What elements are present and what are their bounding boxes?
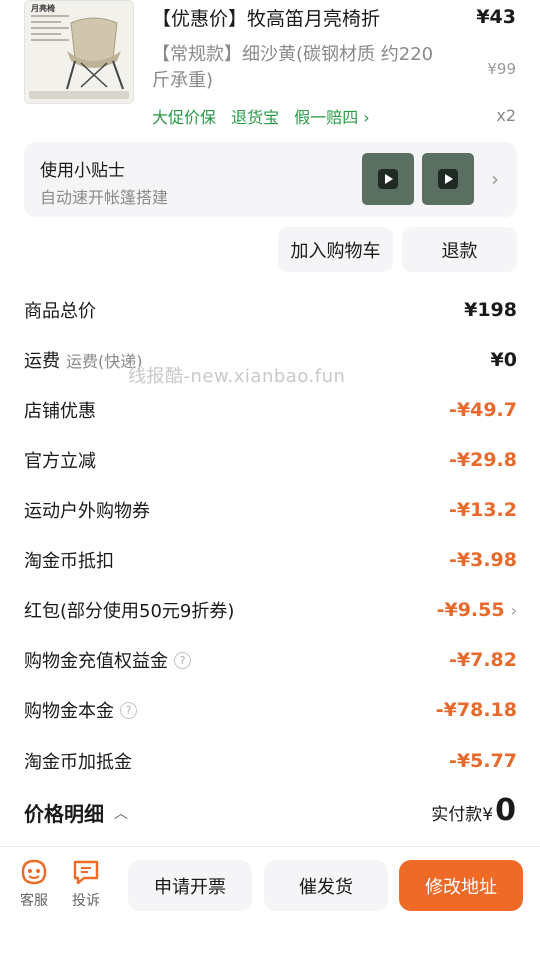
price-row-total: 商品总价 ¥198 xyxy=(24,295,517,325)
tips-title: 使用小贴士 xyxy=(40,161,125,181)
paid-value: 0 xyxy=(495,793,516,828)
row-label: 购物金充值权益金 xyxy=(24,651,168,672)
price-row-red-packet[interactable]: 红包(部分使用50元9折券) -¥9.55 › xyxy=(24,595,517,625)
help-icon[interactable]: ? xyxy=(174,651,191,669)
row-label: 购物金本金 xyxy=(24,701,114,722)
row-value: -¥49.7 xyxy=(449,399,517,421)
price-row-coin-deduction: 淘金币抵扣 -¥3.98 xyxy=(24,545,517,575)
chevron-right-icon: › xyxy=(491,167,499,191)
price-detail-title: 价格明细 xyxy=(24,802,104,826)
watermark: 线报酷-new.xianbao.fun xyxy=(128,366,346,387)
refund-button[interactable]: 退款 xyxy=(402,227,517,272)
divider xyxy=(0,846,540,847)
product-title[interactable]: 【优惠价】牧高笛月亮椅折 xyxy=(152,4,380,31)
row-value: -¥9.55 › xyxy=(436,599,517,621)
price-row-shopping-credit-bonus: 购物金充值权益金? -¥7.82 xyxy=(24,645,517,675)
complaint-button[interactable]: 投诉 xyxy=(66,858,106,910)
product-variant: 【常规款】细沙黄(碳钢材质 约220斤承重) xyxy=(152,44,434,91)
complaint-icon xyxy=(73,860,99,885)
row-label: 红包(部分使用50元9折券) xyxy=(24,601,235,622)
urge-shipment-button[interactable]: 催发货 xyxy=(264,860,388,911)
tag-return-insurance[interactable]: 退货宝 xyxy=(231,108,279,127)
customer-service-label: 客服 xyxy=(20,893,48,909)
row-value: -¥3.98 xyxy=(449,549,517,571)
product-price: ¥43 xyxy=(476,6,516,28)
price-row-coin-extra: 淘金币加抵金 -¥5.77 xyxy=(24,746,517,776)
customer-service-button[interactable]: 客服 xyxy=(14,858,54,910)
modify-address-button[interactable]: 修改地址 xyxy=(399,860,523,911)
product-quantity: x2 xyxy=(496,106,516,125)
row-label: 运费 xyxy=(24,351,60,372)
row-value: -¥5.77 xyxy=(449,750,517,772)
thumb-footer-bar xyxy=(29,91,129,99)
thumb-title: 月亮椅 xyxy=(31,4,55,13)
row-label: 运动户外购物券 xyxy=(24,501,150,522)
paid-amount: 实付款¥ 0 xyxy=(431,793,516,828)
row-value: -¥78.18 xyxy=(435,699,517,721)
play-icon xyxy=(378,169,398,189)
row-value: -¥29.8 xyxy=(449,449,517,471)
row-value: -¥7.82 xyxy=(449,649,517,671)
tag-fake-compensation[interactable]: 假一赔四 › xyxy=(294,108,370,127)
tag-price-protect[interactable]: 大促价保 xyxy=(152,108,216,127)
price-row-shop-discount: 店铺优惠 -¥49.7 xyxy=(24,395,517,425)
help-icon[interactable]: ? xyxy=(120,701,137,719)
request-invoice-button[interactable]: 申请开票 xyxy=(128,860,252,911)
product-thumbnail[interactable]: 月亮椅 xyxy=(24,0,134,104)
original-price: ¥99 xyxy=(487,60,516,78)
price-detail-toggle[interactable]: 价格明细 ︿ xyxy=(24,798,128,827)
usage-tips-card[interactable]: 使用小贴士 自动速开帐篷搭建 › xyxy=(24,142,517,217)
row-value: ¥198 xyxy=(464,299,517,321)
tips-subtitle: 自动速开帐篷搭建 xyxy=(40,188,169,207)
chevron-up-icon: ︿ xyxy=(114,805,128,822)
row-label: 官方立减 xyxy=(24,451,96,472)
add-to-cart-button[interactable]: 加入购物车 xyxy=(278,227,393,272)
chair-image xyxy=(66,17,124,90)
price-row-shopping-credit-principal: 购物金本金? -¥78.18 xyxy=(24,695,517,725)
service-tags[interactable]: 大促价保 退货宝 假一赔四 › xyxy=(152,104,380,128)
chevron-right-icon: › xyxy=(510,601,517,620)
play-icon xyxy=(438,169,458,189)
price-row-official-discount: 官方立减 -¥29.8 xyxy=(24,445,517,475)
row-value: ¥0 xyxy=(490,349,517,371)
row-label: 淘金币加抵金 xyxy=(24,752,132,773)
complaint-label: 投诉 xyxy=(72,893,100,909)
row-label: 淘金币抵扣 xyxy=(24,551,114,572)
row-value: -¥13.2 xyxy=(449,499,517,521)
row-label: 商品总价 xyxy=(24,301,96,322)
customer-service-icon xyxy=(21,859,47,885)
row-label: 店铺优惠 xyxy=(24,401,96,422)
paid-label: 实付款¥ xyxy=(431,805,494,825)
video-thumbnail-1[interactable] xyxy=(362,153,414,205)
video-thumbnail-2[interactable] xyxy=(422,153,474,205)
price-row-outdoor-coupon: 运动户外购物券 -¥13.2 xyxy=(24,495,517,525)
